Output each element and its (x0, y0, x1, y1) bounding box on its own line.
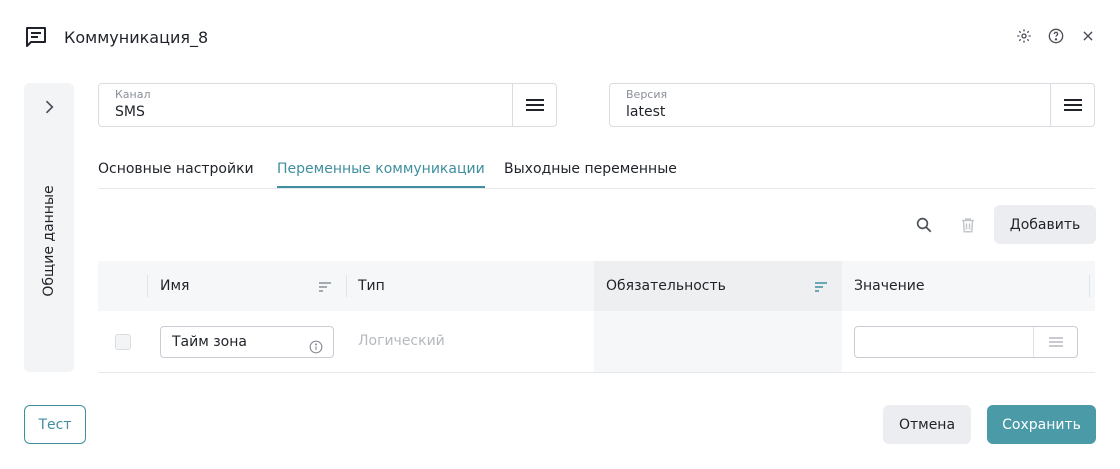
column-header-name[interactable]: Имя (148, 261, 346, 311)
tabs: Основные настройки Переменные коммуникац… (98, 160, 1095, 189)
message-icon (24, 25, 48, 49)
table-header: Имя Тип Обязательность Значение (98, 261, 1095, 311)
cancel-button[interactable]: Отмена (883, 405, 971, 444)
general-data-label: Общие данные (41, 185, 57, 297)
help-icon[interactable] (1046, 26, 1066, 46)
sort-icon[interactable] (318, 279, 332, 293)
general-data-panel[interactable]: Общие данные (24, 83, 74, 372)
value-select[interactable] (854, 326, 1078, 358)
tab-main-settings[interactable]: Основные настройки (98, 160, 254, 188)
table-row: Тайм зона Логический (98, 311, 1095, 373)
channel-select[interactable]: Канал SMS (98, 83, 557, 127)
chevron-right-icon[interactable] (39, 97, 59, 117)
version-label: Версия (626, 88, 668, 101)
sort-icon[interactable] (814, 279, 828, 293)
name-input[interactable]: Тайм зона (160, 326, 334, 358)
variables-table: Имя Тип Обязательность Значение Тайм зон… (98, 261, 1095, 373)
row-checkbox[interactable] (115, 334, 131, 350)
tab-communication-variables[interactable]: Переменные коммуникации (277, 160, 485, 188)
value-menu-button[interactable] (1033, 327, 1077, 357)
info-icon[interactable] (309, 335, 323, 354)
channel-value: SMS (115, 104, 145, 120)
trash-icon[interactable] (956, 213, 980, 237)
save-button[interactable]: Сохранить (987, 405, 1096, 444)
required-cell (594, 311, 842, 372)
version-select[interactable]: Версия latest (609, 83, 1095, 127)
add-button[interactable]: Добавить (994, 205, 1096, 244)
column-header-value[interactable]: Значение (842, 261, 1090, 311)
header-actions (1014, 26, 1098, 46)
channel-menu-button[interactable] (512, 84, 556, 126)
version-value: latest (626, 104, 666, 120)
column-separator (1089, 275, 1090, 297)
settings-icon[interactable] (1014, 26, 1034, 46)
tab-output-variables[interactable]: Выходные переменные (504, 160, 677, 188)
test-button[interactable]: Тест (24, 405, 86, 444)
close-icon[interactable] (1078, 26, 1098, 46)
type-value: Логический (358, 333, 445, 349)
dialog-title: Коммуникация_8 (64, 28, 209, 47)
dialog-header: Коммуникация_8 (0, 0, 1120, 76)
channel-label: Канал (115, 88, 151, 101)
version-menu-button[interactable] (1050, 84, 1094, 126)
search-icon[interactable] (912, 213, 936, 237)
column-header-required[interactable]: Обязательность (594, 261, 842, 311)
column-header-type[interactable]: Тип (346, 261, 594, 311)
